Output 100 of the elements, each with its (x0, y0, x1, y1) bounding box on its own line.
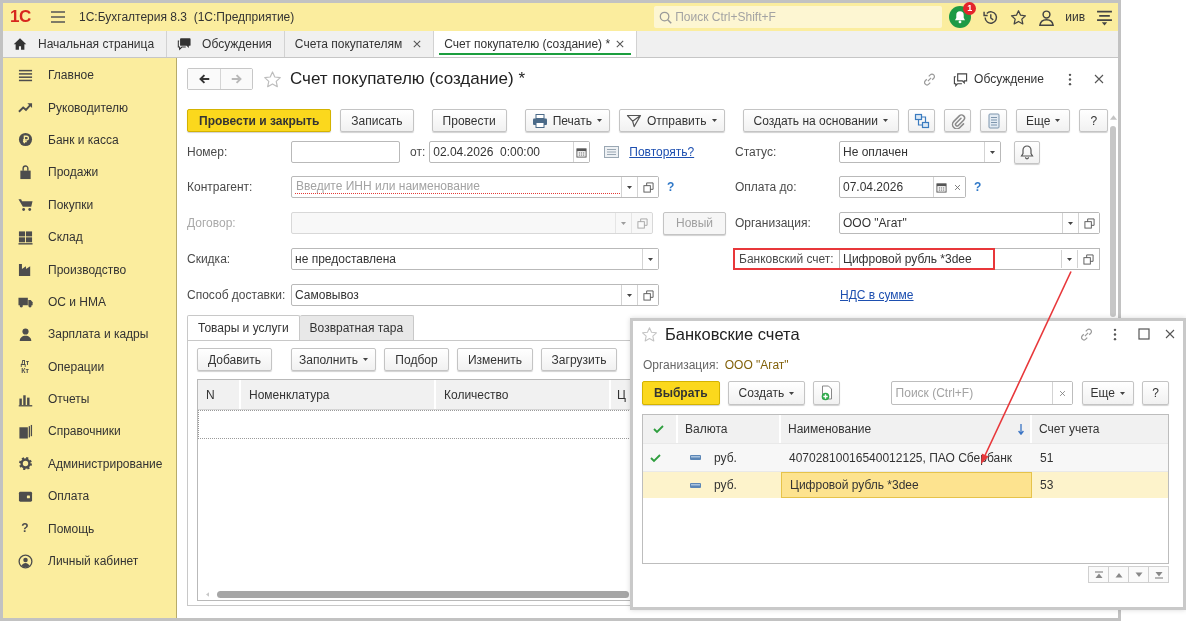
print-button[interactable]: Печать (524, 109, 610, 132)
user-icon[interactable] (1038, 8, 1056, 26)
create-based-on-button[interactable]: Создать на основании (742, 109, 899, 132)
sidebar-item[interactable]: Банк и касса (3, 123, 176, 157)
more-button[interactable]: Еще (1081, 381, 1134, 405)
close-icon[interactable] (413, 40, 422, 48)
caret-icon (648, 257, 653, 261)
scroll-up-button[interactable] (1108, 566, 1129, 583)
tab[interactable]: Обсуждения (167, 31, 285, 57)
open-button[interactable] (637, 285, 658, 305)
sidebar-item[interactable]: Главное (3, 59, 176, 92)
bank-account-field[interactable]: Цифровой рубль *3dee (839, 248, 1100, 270)
user-name[interactable]: иив (1065, 10, 1085, 24)
calendar-icon (936, 181, 947, 193)
sidebar-item[interactable]: Зарплата и кадры (3, 318, 176, 351)
structure-button[interactable] (908, 109, 935, 132)
send-button[interactable]: Отправить (619, 109, 725, 132)
vat-link[interactable]: НДС в сумме (840, 288, 914, 302)
scrollbar-thumb[interactable] (1110, 126, 1116, 317)
delivery-field[interactable]: Самовывоз (291, 284, 659, 306)
help-link[interactable]: ? (667, 180, 675, 194)
sidebar-item[interactable]: Справочники (3, 415, 176, 448)
close-icon[interactable] (1094, 74, 1104, 84)
discussion-button[interactable]: Обсуждение (953, 71, 1044, 87)
sidebar-item[interactable]: Оплата (3, 480, 176, 513)
section-tab[interactable]: Товары и услуги (187, 315, 300, 340)
scroll-top-button[interactable] (1088, 566, 1109, 583)
close-icon[interactable] (616, 40, 625, 48)
save-button[interactable]: Записать (340, 109, 414, 132)
due-date-field[interactable]: 07.04.2026 (839, 176, 966, 198)
sidebar-item[interactable]: ? Помощь (3, 512, 176, 545)
section-tab[interactable]: Возвратная тара (299, 315, 415, 340)
pick-button[interactable]: Подбор (384, 348, 449, 371)
star-icon[interactable] (641, 325, 658, 343)
open-button[interactable] (637, 177, 658, 197)
date-field[interactable]: 02.04.2026 0:00:00 (429, 141, 591, 163)
dropdown-button[interactable] (642, 249, 658, 269)
more-button[interactable]: Еще (1016, 109, 1071, 132)
column-header[interactable]: Ц (611, 380, 631, 409)
organization-field[interactable]: ООО "Агат" (839, 212, 1100, 234)
calendar-button[interactable] (933, 177, 949, 197)
table-cell: Цифровой рубль *3dee (781, 472, 1032, 498)
sidebar-item[interactable]: Склад (3, 220, 176, 254)
more-icon[interactable] (1068, 72, 1072, 86)
dropdown-button[interactable] (984, 142, 1000, 162)
list-button[interactable] (980, 109, 1007, 132)
select-button[interactable]: Выбрать (642, 381, 720, 405)
status-field[interactable]: Не оплачен (839, 141, 1001, 163)
post-and-close-button[interactable]: Провести и закрыть (187, 109, 332, 132)
load-button[interactable]: Загрузить (541, 348, 617, 371)
table-row[interactable]: руб. Цифровой рубль *3dee 53 (643, 471, 1168, 498)
column-header[interactable]: Счет учета (1032, 415, 1168, 443)
sidebar-item[interactable]: ОС и НМА (3, 285, 176, 319)
scroll-bottom-button[interactable] (1148, 566, 1169, 583)
back-button[interactable] (188, 69, 220, 89)
lines-icon (18, 67, 33, 83)
column-header[interactable]: N (198, 380, 241, 409)
add-button[interactable]: Добавить (197, 348, 272, 371)
sidebar-item[interactable]: Производство (3, 253, 176, 286)
star-icon[interactable] (1010, 8, 1028, 26)
discount-field[interactable]: не предоставлена (291, 248, 659, 270)
scrollbar-thumb[interactable] (217, 590, 629, 598)
edit-button[interactable]: Изменить (457, 348, 533, 371)
sidebar-item[interactable]: Отчеты (3, 382, 176, 416)
link-icon[interactable] (1079, 326, 1094, 342)
field-label: Банковский счет: (733, 248, 839, 270)
column-header[interactable]: Номенклатура (241, 380, 436, 409)
more-icon[interactable] (1113, 327, 1117, 341)
copy-button[interactable] (813, 381, 841, 405)
bell-icon[interactable] (949, 6, 972, 28)
maximize-icon[interactable] (1138, 328, 1150, 340)
history-icon[interactable] (982, 8, 1000, 26)
sidebar-item[interactable]: Администрирование (3, 447, 176, 481)
document-icon[interactable] (604, 145, 620, 159)
sidebar-item[interactable]: Покупки (3, 188, 176, 221)
menu-icon[interactable] (1096, 8, 1113, 26)
column-header[interactable]: Количество (436, 380, 611, 409)
close-icon[interactable] (1165, 329, 1175, 339)
help-button[interactable]: ? (1079, 109, 1109, 132)
sidebar-item[interactable]: Личный кабинет (3, 544, 176, 578)
calendar-button[interactable] (573, 142, 590, 162)
number-field[interactable] (291, 141, 400, 163)
repeat-link[interactable]: Повторять? (629, 145, 695, 159)
post-button[interactable]: Провести (431, 109, 507, 132)
scroll-down-button[interactable] (1128, 566, 1149, 583)
sidebar-item[interactable]: Продажи (3, 156, 176, 189)
reminder-button[interactable] (1014, 140, 1040, 164)
attach-button[interactable] (944, 109, 971, 132)
field-label: Договор: (187, 215, 237, 232)
fill-button[interactable]: Заполнить (291, 348, 376, 371)
help-button[interactable]: ? (1142, 381, 1169, 405)
link-icon[interactable] (922, 71, 938, 87)
sidebar-item[interactable]: Руководителю (3, 91, 176, 124)
open-button[interactable] (1078, 213, 1099, 233)
help-link[interactable]: ? (974, 180, 982, 194)
tab[interactable]: Счет покупателю (создание) * (434, 31, 638, 57)
star-icon[interactable] (263, 69, 282, 89)
menu-icon[interactable] (51, 11, 65, 23)
tab[interactable]: Начальная страница (3, 31, 168, 57)
create-button[interactable]: Создать (727, 381, 806, 405)
